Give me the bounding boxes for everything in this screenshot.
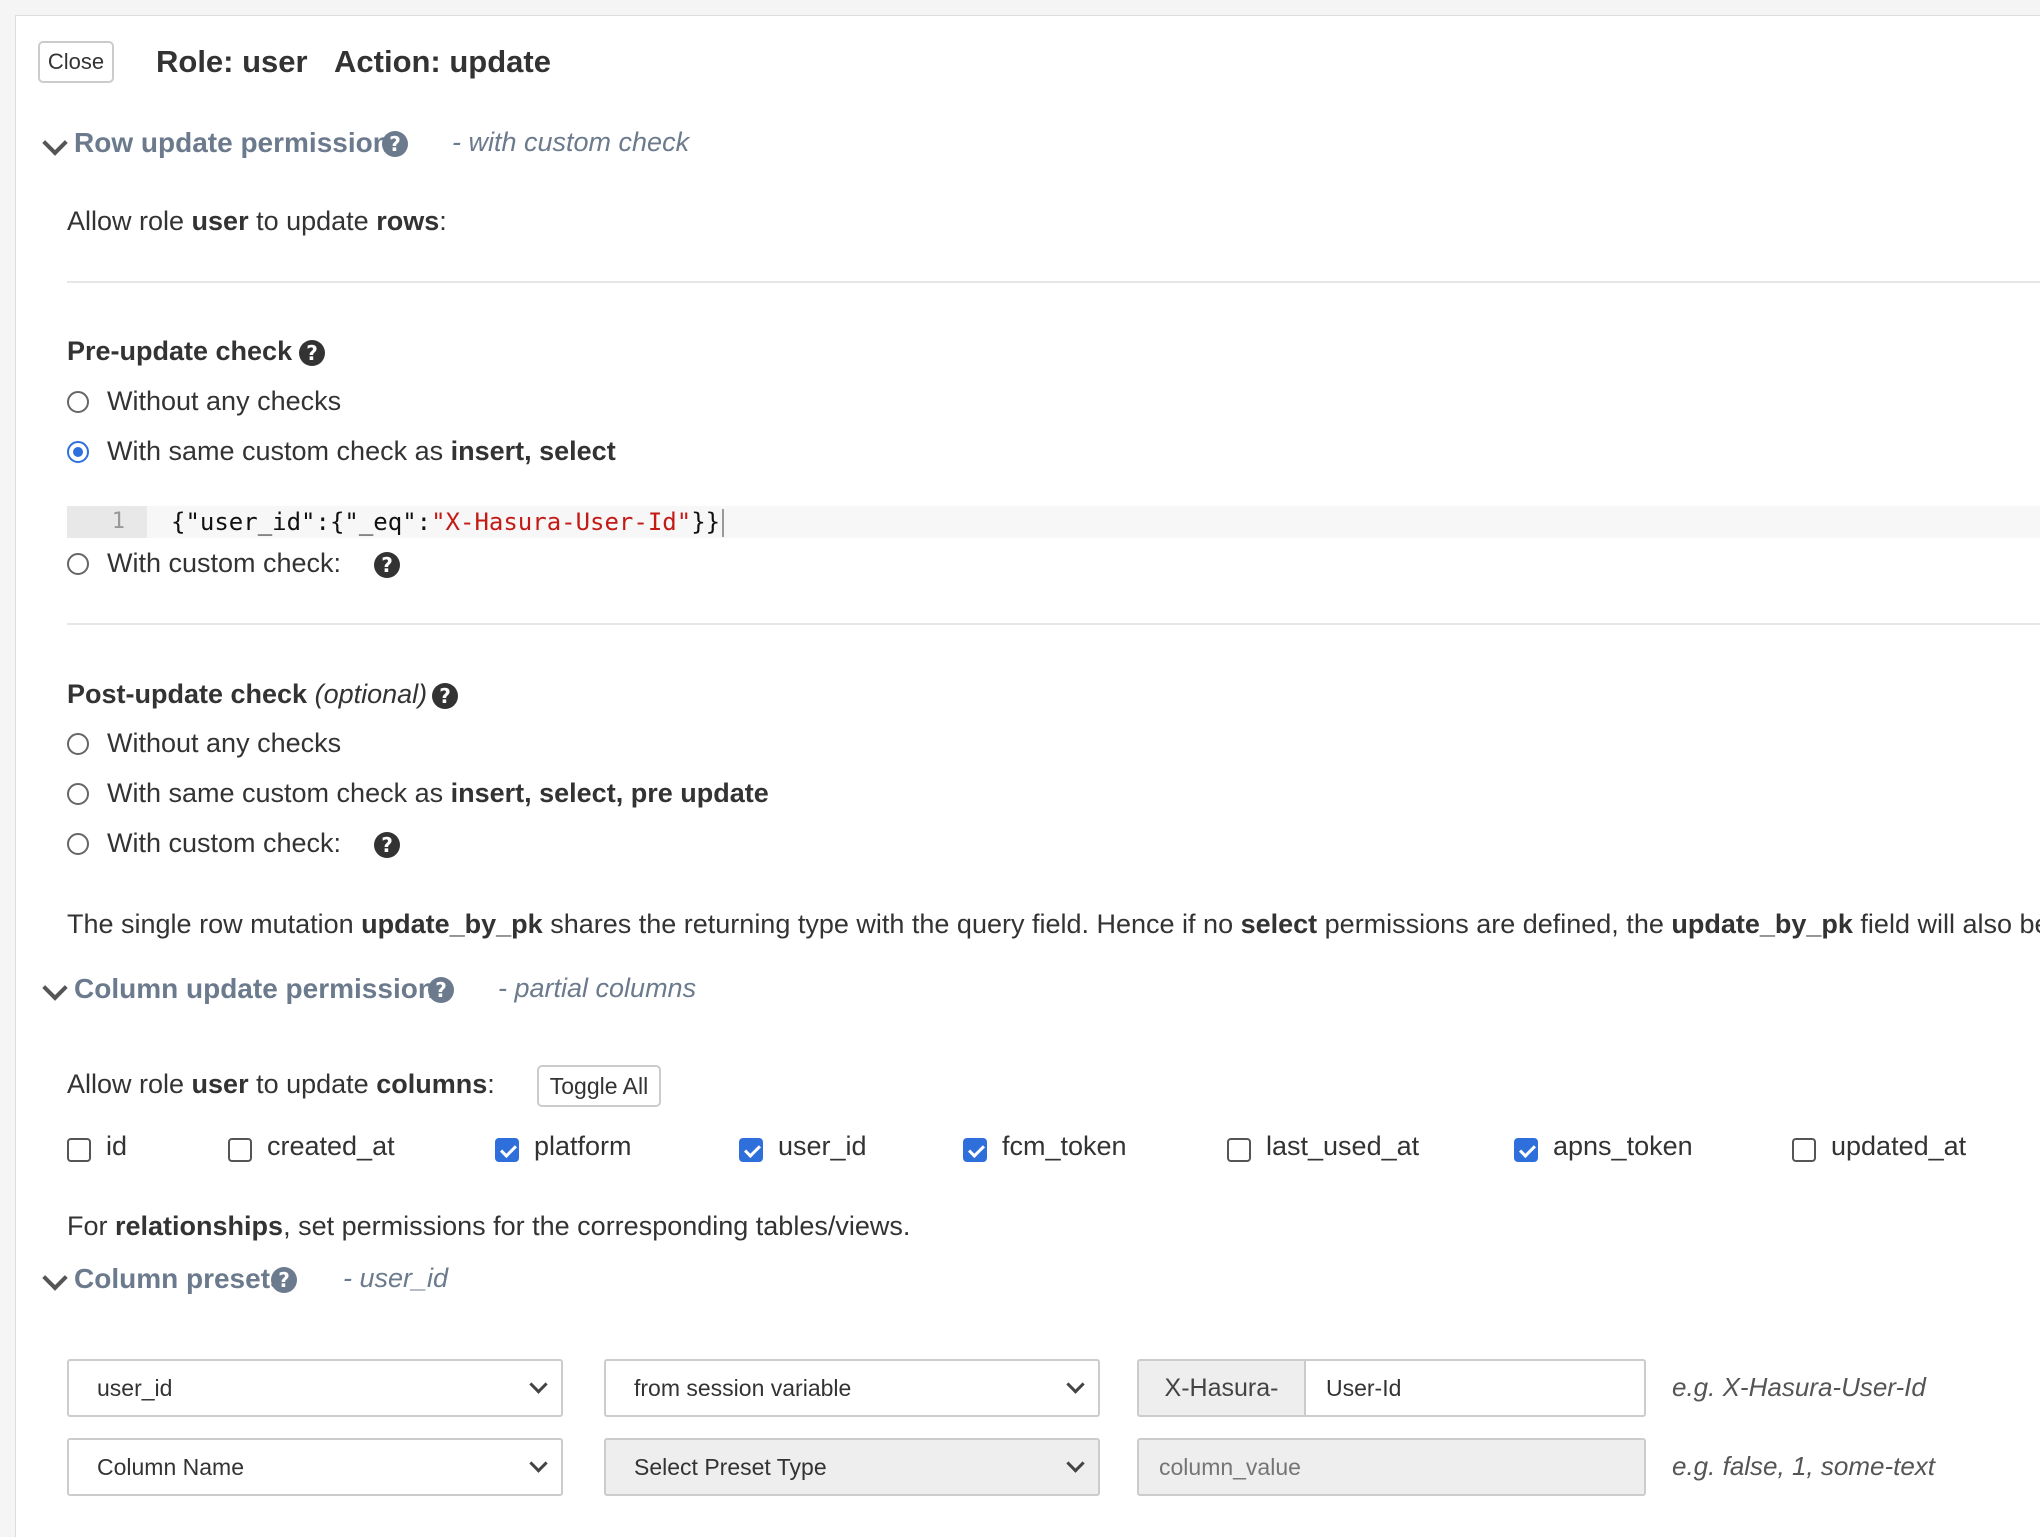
help-icon[interactable]: ? xyxy=(428,977,454,1003)
help-icon[interactable]: ? xyxy=(271,1267,297,1293)
divider xyxy=(67,623,2040,625)
radio-label: Without any checks xyxy=(107,728,342,758)
allow-rows-text: Allow role user to update rows: xyxy=(67,206,447,236)
column-label: updated_at xyxy=(1831,1131,1967,1161)
radio-label: With custom check: xyxy=(107,548,342,578)
select-value: Select Preset Type xyxy=(634,1454,827,1480)
checkbox[interactable] xyxy=(228,1138,252,1162)
checkbox[interactable] xyxy=(1792,1138,1816,1162)
chevron-down-icon xyxy=(42,975,68,1001)
pre-update-heading: Pre-update check xyxy=(67,336,293,366)
permissions-panel: Close Role: user Action: update Row upda… xyxy=(15,15,2040,1537)
column-label: created_at xyxy=(267,1131,395,1161)
chevron-down-icon xyxy=(42,130,68,156)
radio-button[interactable] xyxy=(67,733,89,755)
help-icon[interactable]: ? xyxy=(432,683,458,709)
update-by-pk-notice: The single row mutation update_by_pk sha… xyxy=(67,909,2040,939)
help-icon[interactable]: ? xyxy=(374,552,400,578)
preset-type-select[interactable]: from session variable xyxy=(604,1359,1100,1417)
checkbox[interactable] xyxy=(1227,1138,1251,1162)
toggle-all-button[interactable]: Toggle All xyxy=(537,1065,661,1107)
code-line[interactable]: {"user_id":{"_eq":"X-Hasura-User-Id"}} xyxy=(171,506,725,538)
chevron-down-icon xyxy=(529,1375,548,1394)
column-section-subtitle: - partial columns xyxy=(498,973,697,1003)
chevron-down-icon xyxy=(529,1454,548,1473)
radio-button[interactable] xyxy=(67,553,89,575)
select-value: user_id xyxy=(97,1375,173,1401)
radio-button[interactable] xyxy=(67,391,89,413)
checkbox[interactable] xyxy=(67,1138,91,1162)
column-section-title[interactable]: Column update permissions xyxy=(74,973,451,1005)
column-label: platform xyxy=(534,1131,632,1161)
line-gutter: 1 xyxy=(67,506,147,538)
preset-hint: e.g. false, 1, some-text xyxy=(1672,1451,1936,1481)
chevron-down-icon xyxy=(42,1265,68,1291)
chevron-down-icon xyxy=(1066,1375,1085,1394)
help-icon[interactable]: ? xyxy=(299,340,325,366)
action-title: Action: update xyxy=(334,44,551,79)
radio-button[interactable] xyxy=(67,783,89,805)
radio-label: With same custom check as insert, select… xyxy=(107,778,769,808)
preset-value-input[interactable] xyxy=(1137,1438,1646,1496)
radio-label: With same custom check as insert, select xyxy=(107,436,616,466)
presets-section-title[interactable]: Column presets xyxy=(74,1263,286,1295)
chevron-down-icon xyxy=(1066,1454,1085,1473)
session-variable-input[interactable] xyxy=(1304,1359,1646,1417)
presets-section-subtitle: - user_id xyxy=(343,1263,449,1293)
checkbox[interactable] xyxy=(963,1138,987,1162)
radio-label: Without any checks xyxy=(107,386,342,416)
row-section-toggle[interactable] xyxy=(37,130,77,171)
preset-type-select[interactable]: Select Preset Type xyxy=(604,1438,1100,1496)
checkbox[interactable] xyxy=(1514,1138,1538,1162)
preset-hint: e.g. X-Hasura-User-Id xyxy=(1672,1372,1926,1402)
column-label: fcm_token xyxy=(1002,1131,1127,1161)
column-label: id xyxy=(106,1131,128,1161)
row-section-title[interactable]: Row update permissions xyxy=(74,127,405,159)
select-value: Column Name xyxy=(97,1454,244,1480)
checkbox[interactable] xyxy=(739,1138,763,1162)
radio-label: With custom check: xyxy=(107,828,342,858)
presets-section-toggle[interactable] xyxy=(37,1265,77,1306)
divider xyxy=(67,281,2040,283)
relationships-text: For relationships, set permissions for t… xyxy=(67,1211,911,1241)
preset-column-select[interactable]: Column Name xyxy=(67,1438,563,1496)
allow-columns-text: Allow role user to update columns: xyxy=(67,1069,495,1099)
row-section-subtitle: - with custom check xyxy=(452,127,690,157)
code-editor[interactable]: 1 {"user_id":{"_eq":"X-Hasura-User-Id"}} xyxy=(67,506,2040,538)
column-label: user_id xyxy=(778,1131,867,1161)
preset-column-select[interactable]: user_id xyxy=(67,1359,563,1417)
role-title: Role: user xyxy=(156,44,308,79)
select-value: from session variable xyxy=(634,1375,852,1401)
radio-button[interactable] xyxy=(67,833,89,855)
radio-button[interactable] xyxy=(67,441,89,463)
session-prefix-addon: X-Hasura- xyxy=(1137,1359,1304,1417)
column-label: last_used_at xyxy=(1266,1131,1420,1161)
close-button[interactable]: Close xyxy=(38,41,114,83)
column-label: apns_token xyxy=(1553,1131,1693,1161)
help-icon[interactable]: ? xyxy=(374,832,400,858)
help-icon[interactable]: ? xyxy=(382,131,408,157)
column-section-toggle[interactable] xyxy=(37,975,77,1016)
checkbox[interactable] xyxy=(495,1138,519,1162)
post-update-heading: Post-update check (optional) xyxy=(67,679,428,709)
